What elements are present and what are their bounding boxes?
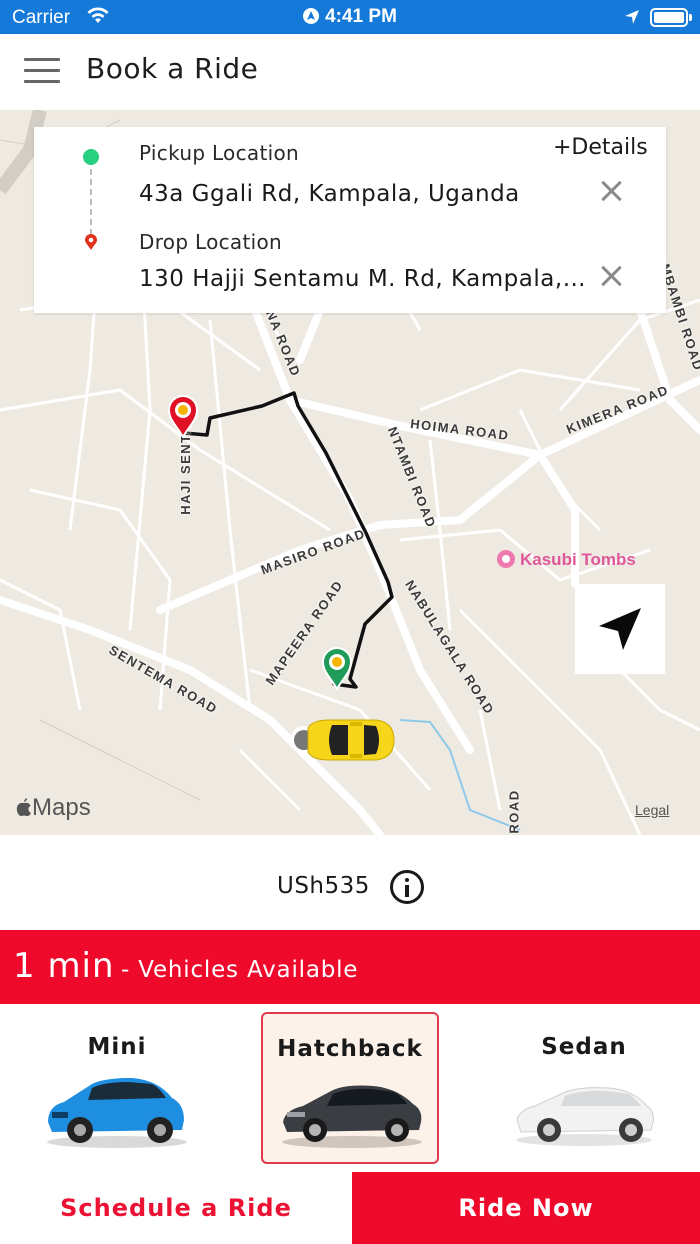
vehicle-option-mini[interactable]: Mini <box>28 1012 206 1164</box>
drop-pin-icon <box>85 234 97 250</box>
ride-now-button[interactable]: Ride Now <box>352 1172 700 1244</box>
vehicle-name: Mini <box>87 1034 147 1060</box>
mini-car-image <box>47 1078 187 1148</box>
status-bar: Carrier 4:41 PM <box>0 0 700 34</box>
road-label-bottom: ROAD <box>506 789 522 834</box>
route-map[interactable]: HOIMA ROAD KIMERA ROAD MASIRO ROAD NABUL… <box>0 110 700 835</box>
pickup-address-field[interactable]: 43a Ggali Rd, Kampala, Uganda <box>139 181 589 207</box>
apple-maps-logo: Maps <box>16 794 91 822</box>
fare-row: USh535 <box>0 835 700 930</box>
recenter-location-button[interactable] <box>575 584 665 674</box>
availability-banner: 1 min - Vehicles Available <box>0 930 700 1004</box>
battery-icon <box>650 8 688 27</box>
vehicle-name: Sedan <box>541 1034 627 1060</box>
drop-location-pin-icon <box>167 395 199 438</box>
fare-amount: USh535 <box>277 873 370 899</box>
status-time: 4:41 PM <box>325 6 397 27</box>
eta-label: 1 min <box>13 946 115 986</box>
pickup-location-pin-icon <box>321 647 353 690</box>
vehicle-name: Hatchback <box>277 1036 423 1062</box>
pickup-dot-icon <box>83 149 99 165</box>
navigation-arrow-icon <box>599 608 641 650</box>
vehicle-selector: Mini Hatchback Sedan <box>0 1004 700 1172</box>
location-arrow-icon <box>625 10 639 24</box>
maps-attribution: Maps <box>32 794 91 821</box>
car-marker-icon <box>290 719 395 761</box>
poi-marker-icon <box>497 550 515 568</box>
poi-kasubi-tombs[interactable]: Kasubi Tombs <box>497 550 636 570</box>
availability-text: - Vehicles Available <box>121 957 359 983</box>
clear-pickup-icon[interactable] <box>598 178 624 204</box>
hatchback-car-image <box>282 1085 422 1148</box>
pickup-label: Pickup Location <box>139 141 299 165</box>
location-services-icon <box>303 8 320 24</box>
hamburger-menu-icon[interactable] <box>24 58 60 84</box>
drop-address-field[interactable]: 130 Hajji Sentamu M. Rd, Kampala, Uganda <box>139 266 589 292</box>
info-icon[interactable] <box>390 870 424 904</box>
schedule-ride-button[interactable]: Schedule a Ride <box>0 1172 352 1244</box>
apple-logo-icon <box>16 798 31 816</box>
poi-label: Kasubi Tombs <box>520 550 636 569</box>
vehicle-option-hatchback[interactable]: Hatchback <box>261 1012 439 1164</box>
vehicle-option-sedan[interactable]: Sedan <box>495 1012 673 1164</box>
details-link[interactable]: +Details <box>553 135 648 160</box>
clear-drop-icon[interactable] <box>598 263 624 289</box>
bottom-actions: Schedule a Ride Ride Now <box>0 1172 700 1244</box>
legal-link[interactable]: Legal <box>635 802 669 818</box>
drop-label: Drop Location <box>139 230 282 254</box>
page-title: Book a Ride <box>86 52 259 85</box>
app-header: Book a Ride <box>0 34 700 110</box>
sedan-car-image <box>516 1087 654 1146</box>
location-card: +Details Pickup Location 43a Ggali Rd, K… <box>34 127 666 313</box>
